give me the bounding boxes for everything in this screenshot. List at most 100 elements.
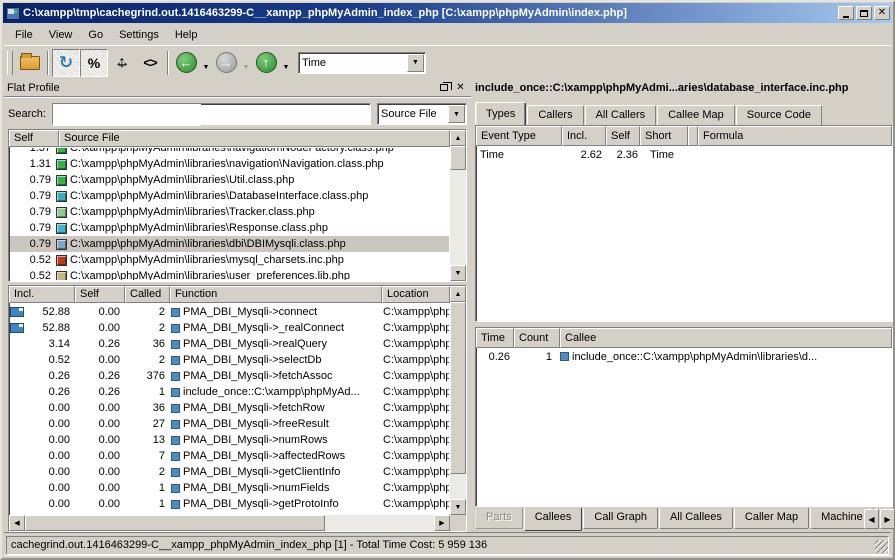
- source-file-row[interactable]: 0.52C:\xampp\phpMyAdmin\libraries\mysql_…: [10, 252, 449, 268]
- function-cell: PMA_DBI_Mysqli->getClientInfo: [171, 466, 383, 478]
- event-type-combobox[interactable]: Time: [298, 52, 426, 74]
- close-dock-button[interactable]: ✕: [453, 81, 468, 94]
- expand-areas-button[interactable]: ↔↕: [108, 49, 136, 77]
- tab-all-callers[interactable]: All Callers: [585, 105, 657, 125]
- close-button[interactable]: ✕: [874, 6, 890, 20]
- function-icon: [171, 468, 180, 477]
- source-file-row[interactable]: 0.79C:\xampp\phpMyAdmin\libraries\dbi\DB…: [10, 236, 449, 252]
- scroll-right-icon[interactable]: [434, 515, 450, 531]
- up-icon: ↑: [256, 52, 277, 73]
- scrollbar-thumb[interactable]: [25, 515, 325, 531]
- scrollbar-thumb[interactable]: [450, 146, 466, 170]
- self-cost-cell: 0.00: [76, 482, 126, 494]
- chevron-down-icon[interactable]: [407, 54, 424, 72]
- callee-row[interactable]: 0.26 1 include_once::C:\xampp\phpMyAdmin…: [476, 348, 892, 365]
- float-dock-button[interactable]: [436, 81, 451, 94]
- file-list-vscrollbar[interactable]: [450, 130, 466, 281]
- column-header-incl[interactable]: Incl.: [562, 126, 606, 146]
- scroll-down-icon[interactable]: [450, 499, 466, 515]
- source-file-row[interactable]: 0.79C:\xampp\phpMyAdmin\libraries\Databa…: [10, 188, 449, 204]
- menu-settings[interactable]: Settings: [111, 27, 167, 43]
- resize-grip[interactable]: [875, 540, 888, 553]
- function-row[interactable]: 0.000.0013PMA_DBI_Mysqli->numRowsC:\xamp…: [10, 432, 449, 448]
- up-button[interactable]: ↑: [252, 49, 280, 77]
- menu-help[interactable]: Help: [167, 27, 206, 43]
- function-row[interactable]: 52.880.002PMA_DBI_Mysqli->_realConnectC:…: [10, 320, 449, 336]
- column-header-source-file[interactable]: Source File: [59, 130, 450, 147]
- back-dropdown-arrow[interactable]: ▼: [201, 64, 211, 71]
- column-header-formula[interactable]: Formula: [698, 126, 892, 146]
- tab-source-code[interactable]: Source Code: [736, 105, 822, 125]
- source-file-row[interactable]: 0.79C:\xampp\phpMyAdmin\libraries\Util.c…: [10, 172, 449, 188]
- forward-dropdown-arrow[interactable]: ▼: [241, 64, 251, 71]
- tab-types[interactable]: Types: [475, 102, 526, 125]
- menu-file[interactable]: File: [7, 27, 41, 43]
- function-row[interactable]: 0.260.26376PMA_DBI_Mysqli->fetchAssocC:\…: [10, 368, 449, 384]
- column-header-callee[interactable]: Callee: [560, 328, 892, 348]
- function-row[interactable]: 0.000.001PMA_DBI_Mysqli->numFieldsC:\xam…: [10, 480, 449, 496]
- function-row[interactable]: 0.000.001PMA_DBI_Mysqli->getProtoInfoC:\…: [10, 496, 449, 512]
- tab-caller-map[interactable]: Caller Map: [734, 508, 809, 529]
- types-row-time[interactable]: Time 2.62 2.36 Time: [476, 146, 892, 163]
- menu-go[interactable]: Go: [80, 27, 111, 43]
- forward-button[interactable]: →: [212, 49, 240, 77]
- column-header-function[interactable]: Function: [170, 286, 382, 303]
- source-file-row[interactable]: 1.31C:\xampp\phpMyAdmin\libraries\naviga…: [10, 156, 449, 172]
- source-file-row[interactable]: 0.79C:\xampp\phpMyAdmin\libraries\Tracke…: [10, 204, 449, 220]
- function-row[interactable]: 0.520.002PMA_DBI_Mysqli->selectDbC:\xamp…: [10, 352, 449, 368]
- incl-cost-cell: 52.88: [10, 322, 76, 334]
- up-dropdown-arrow[interactable]: ▼: [281, 64, 291, 71]
- source-file-row[interactable]: 0.79C:\xampp\phpMyAdmin\libraries\Respon…: [10, 220, 449, 236]
- minimize-button[interactable]: [838, 6, 854, 20]
- tab-call-graph[interactable]: Call Graph: [583, 508, 658, 529]
- reload-button[interactable]: ↻: [52, 49, 80, 77]
- function-row[interactable]: 0.000.007PMA_DBI_Mysqli->affectedRowsC:\…: [10, 448, 449, 464]
- function-icon: [171, 340, 180, 349]
- percent-toggle-button[interactable]: %: [80, 49, 108, 77]
- column-header-time[interactable]: Time: [476, 328, 514, 348]
- tab-callee-map[interactable]: Callee Map: [657, 105, 735, 125]
- group-by-combobox[interactable]: Source File: [377, 103, 467, 125]
- scroll-down-icon[interactable]: [450, 265, 466, 281]
- source-file-row[interactable]: 0.52C:\xampp\phpMyAdmin\libraries\user_p…: [10, 268, 449, 280]
- function-row[interactable]: 0.000.0036PMA_DBI_Mysqli->fetchRowC:\xam…: [10, 400, 449, 416]
- open-file-button[interactable]: [16, 49, 44, 77]
- function-list-hscrollbar[interactable]: [9, 515, 450, 531]
- column-header-event-type[interactable]: Event Type: [476, 126, 562, 146]
- column-header-self[interactable]: Self: [9, 130, 59, 147]
- tab-callers[interactable]: Callers: [527, 105, 583, 125]
- source-file-row[interactable]: 1.37C:\xampp\phpMyAdmin\libraries\naviga…: [10, 148, 449, 156]
- tab-scroll-left-icon[interactable]: [864, 509, 879, 529]
- tab-scroll-right-icon[interactable]: [880, 509, 895, 529]
- function-row[interactable]: 3.140.2636PMA_DBI_Mysqli->realQueryC:\xa…: [10, 336, 449, 352]
- count-cell: 1: [514, 351, 560, 363]
- column-header-location[interactable]: Location: [382, 286, 450, 303]
- column-header-called[interactable]: Called: [125, 286, 170, 303]
- column-header-self[interactable]: Self: [75, 286, 125, 303]
- function-row[interactable]: 0.000.0027PMA_DBI_Mysqli->freeResultC:\x…: [10, 416, 449, 432]
- search-input[interactable]: [53, 104, 201, 126]
- function-name: PMA_DBI_Mysqli->connect: [183, 306, 317, 318]
- column-header-self[interactable]: Self: [606, 126, 640, 146]
- menu-view[interactable]: View: [41, 27, 81, 43]
- scroll-up-icon[interactable]: [450, 286, 466, 302]
- function-name: PMA_DBI_Mysqli->getProtoInfo: [183, 498, 339, 510]
- function-list-vscrollbar[interactable]: [450, 286, 466, 515]
- column-header-count[interactable]: Count: [514, 328, 560, 348]
- column-header-incl[interactable]: Incl.: [9, 286, 75, 303]
- scroll-up-icon[interactable]: [450, 130, 466, 146]
- column-header-short[interactable]: Short: [640, 126, 688, 146]
- scrollbar-thumb[interactable]: [450, 302, 466, 474]
- function-row[interactable]: 0.000.002PMA_DBI_Mysqli->getClientInfoC:…: [10, 464, 449, 480]
- relative-cost-button[interactable]: <>: [136, 49, 164, 77]
- toolbar-handle[interactable]: [7, 51, 13, 75]
- maximize-button[interactable]: [856, 6, 872, 20]
- function-row[interactable]: 52.880.002PMA_DBI_Mysqli->connectC:\xamp…: [10, 304, 449, 320]
- back-button[interactable]: ←: [172, 49, 200, 77]
- chevron-down-icon[interactable]: [448, 105, 465, 123]
- tab-callees[interactable]: Callees: [524, 508, 583, 531]
- toolbar: ↻ % ↔↕ <> ← ▼ → ▼ ↑ ▼ Time: [4, 45, 891, 79]
- function-row[interactable]: 0.260.261include_once::C:\xampp\phpMyAd.…: [10, 384, 449, 400]
- scroll-left-icon[interactable]: [9, 515, 25, 531]
- tab-all-callees[interactable]: All Callees: [659, 508, 733, 529]
